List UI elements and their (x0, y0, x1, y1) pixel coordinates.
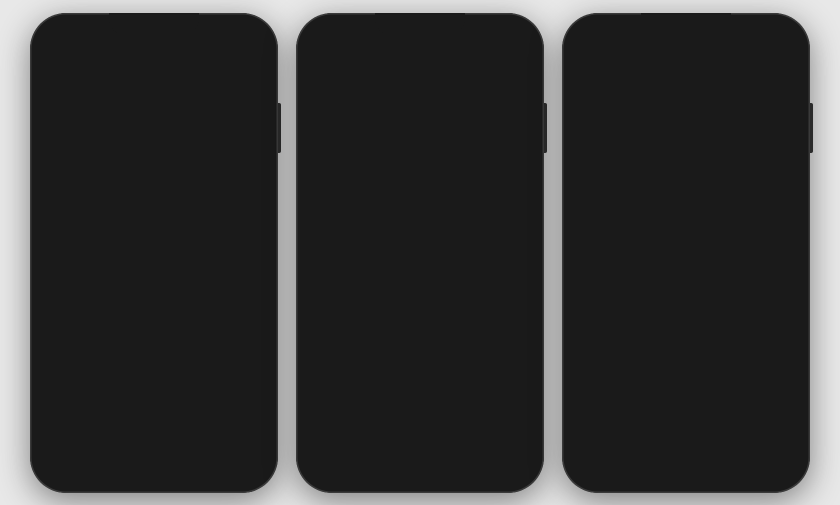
section-heading: Introduction (54, 155, 254, 170)
share-icon-1[interactable] (240, 59, 256, 84)
item-title-0: Getting Started (320, 134, 520, 150)
app-store-back[interactable]: < App Store (54, 35, 110, 46)
search-placeholder: Search (340, 97, 378, 111)
item-date-1: 4 Feb 2018 at 11:52 (320, 203, 520, 215)
toggle-label-title: Title and Subtitle (586, 231, 682, 246)
item-date-0: 4 Feb 2018 at 11:50 (320, 152, 520, 164)
toggle-listings[interactable] (746, 391, 786, 415)
phone-2-screen: 12:28 Settings iCloud + Search Getting S… (306, 23, 534, 483)
nav-title-1: Getting Started (99, 63, 200, 79)
main-title: Welcome to Tabula (54, 105, 254, 128)
nav-bar-2: Settings iCloud + (306, 53, 534, 91)
toggle-row-headings[interactable]: Headings (572, 260, 800, 301)
status-icons-1 (200, 36, 254, 45)
toggle-label-preview: Show Preview in Editor (586, 126, 720, 141)
settings-button[interactable]: Settings (320, 65, 363, 79)
status-bar-3: 12:28 (572, 23, 800, 53)
item-date-2: 4 Feb 2018 at 12:11 (320, 254, 520, 266)
done-button[interactable]: Done (751, 63, 786, 79)
section-header-editing: EDITING (572, 91, 800, 114)
phone-2: 12:28 Settings iCloud + Search Getting S… (296, 13, 544, 493)
paragraph-3: To name a few, Tabula automatically pick… (54, 399, 254, 434)
list-item-lists: - Lists (like this one) (54, 478, 254, 483)
toggle-label-listings: Listings / Definition Tables (586, 395, 736, 410)
item-title-1: Getting Started 2 (320, 185, 520, 201)
toggle-row-listings[interactable]: Listings / Definition Tables (572, 383, 800, 424)
toggle-title[interactable] (746, 227, 786, 251)
toggle-emphasis[interactable] (746, 350, 786, 374)
phone-1-screen: < App Store 12:28 Getting Started Welcom… (40, 23, 268, 483)
paragraph-1: This document may look fancy, with nice … (54, 176, 254, 314)
back-button-1[interactable] (52, 65, 60, 78)
toggle-label-lists: Lists (586, 313, 613, 328)
toggle-preview[interactable] (746, 122, 786, 146)
toggle-headings[interactable] (746, 268, 786, 292)
toggle-row-night[interactable]: Night Mode (572, 155, 800, 196)
search-bar-2[interactable]: Search (316, 91, 524, 117)
list-item-row-1[interactable]: Getting Started 2 4 Feb 2018 at 11:52 (306, 175, 534, 226)
nav-area-2: Settings iCloud + Search (306, 53, 534, 124)
paragraph-2: Go ahead, write out "Chapter One" on its… (54, 322, 254, 391)
nav-bar-3: Settings Done (572, 53, 800, 91)
toggle-night[interactable] (746, 163, 786, 187)
settings-content: EDITING Show Preview in Editor Night Mod… (572, 91, 800, 483)
phone-3-screen: 12:28 Settings Done EDITING Show Preview… (572, 23, 800, 483)
toggle-label-emphasis: Emphasis (586, 354, 643, 369)
section-header-interpretation: INTERPRETATION (572, 196, 800, 219)
toggle-lists[interactable] (746, 309, 786, 333)
list-item-row-2[interactable]: Untitled 4 Feb 2018 at 12:11 (306, 226, 534, 277)
list-area-2: Getting Started 4 Feb 2018 at 11:50 Gett… (306, 124, 534, 277)
toggle-row-emphasis[interactable]: Emphasis (572, 342, 800, 383)
nav-title-2: iCloud (413, 63, 460, 80)
content-area-1: Welcome to Tabula Getting Started Introd… (40, 91, 268, 483)
time-3: 12:28 (586, 35, 614, 47)
status-bar-2: 12:28 (306, 23, 534, 53)
list-item-row-0[interactable]: Getting Started 4 Feb 2018 at 11:50 (306, 124, 534, 175)
item-title-2: Untitled (320, 236, 520, 252)
toggle-row-title[interactable]: Title and Subtitle (572, 219, 800, 260)
status-icons-2 (466, 36, 520, 45)
status-icons-3 (732, 36, 786, 45)
toggle-row-lists[interactable]: Lists (572, 301, 800, 342)
toggle-row-preview[interactable]: Show Preview in Editor (572, 114, 800, 155)
toggle-label-headings: Headings (586, 272, 641, 287)
toggle-label-night: Night Mode (586, 167, 652, 182)
time-2: 12:28 (320, 35, 348, 47)
list-item-titles: - Document titles and subtitles (54, 459, 254, 477)
phone-1: < App Store 12:28 Getting Started Welcom… (30, 13, 278, 493)
status-bar-1: < App Store 12:28 (40, 23, 268, 53)
nav-bar-1: Getting Started (40, 53, 268, 91)
nav-title-3: Settings (659, 63, 718, 80)
add-button[interactable]: + (508, 62, 520, 82)
phone-3: 12:28 Settings Done EDITING Show Preview… (562, 13, 810, 493)
time-1: 12:28 (141, 35, 169, 47)
doc-subtitle: Getting Started (54, 130, 254, 145)
list-item-headings: - Headings (54, 441, 254, 459)
